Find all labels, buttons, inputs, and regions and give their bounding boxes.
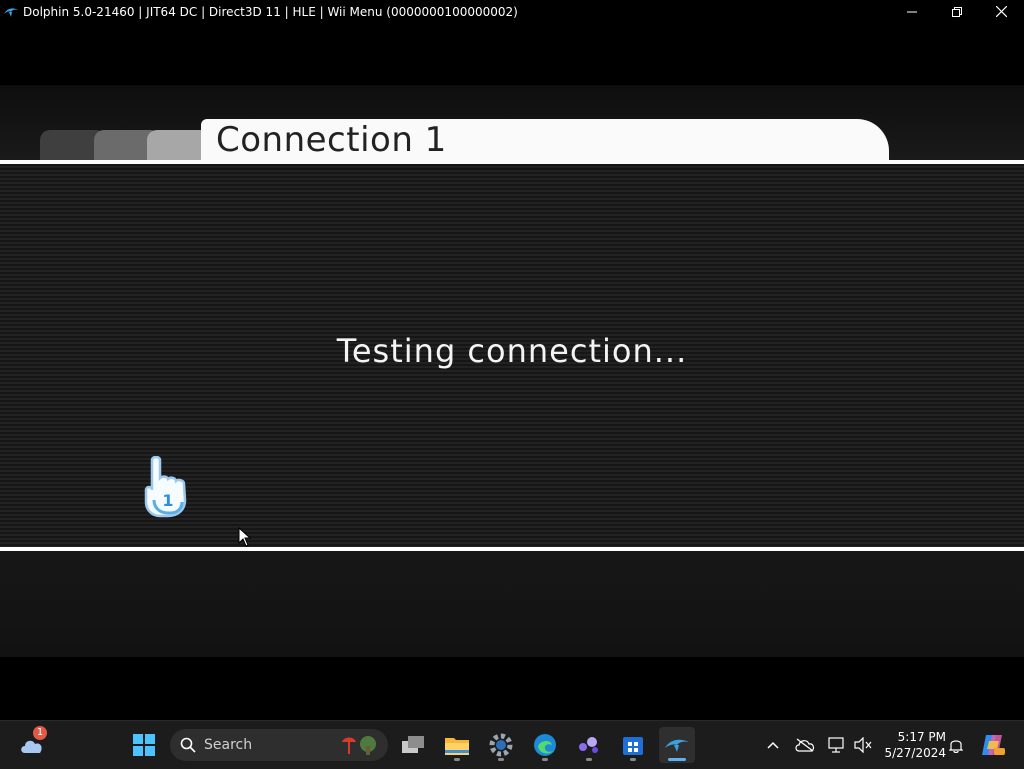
minimize-button[interactable] <box>889 0 934 23</box>
taskbar-search[interactable]: Search <box>170 729 388 761</box>
taskbar-edge[interactable] <box>527 727 563 763</box>
network-tray[interactable] <box>826 731 848 759</box>
start-button[interactable] <box>126 727 162 763</box>
clock-time: 5:17 PM <box>897 730 946 744</box>
bell-icon <box>949 740 963 753</box>
restore-button[interactable] <box>934 0 979 23</box>
active-connection-tab: Connection 1 <box>201 119 889 162</box>
weather-badge: 1 <box>33 726 47 740</box>
file-explorer-icon <box>445 738 469 755</box>
running-indicator <box>542 758 548 761</box>
running-indicator <box>454 758 460 761</box>
search-label: Search <box>204 737 253 753</box>
edge-icon <box>534 734 556 756</box>
taskbar-dolphin[interactable] <box>659 727 695 763</box>
active-indicator <box>668 758 686 761</box>
copilot-icon <box>982 735 1005 755</box>
close-button[interactable] <box>979 0 1024 23</box>
bottom-band <box>0 551 1024 657</box>
taskbar: 1 Search 5:17 PM 5/27/2024 <box>0 720 1024 769</box>
wii-pointer-hand-icon: 1 <box>144 456 187 518</box>
store-icon <box>623 737 643 755</box>
status-message: Testing connection... <box>336 332 688 370</box>
tab-title: Connection 1 <box>216 120 447 160</box>
show-hidden-icons-button[interactable] <box>764 731 782 759</box>
windows-start-icon <box>133 734 155 756</box>
taskbar-file-explorer[interactable] <box>439 727 475 763</box>
window-title: Dolphin 5.0-21460 | JIT64 DC | Direct3D … <box>23 4 518 19</box>
running-indicator <box>586 758 592 761</box>
task-view-icon <box>402 736 424 753</box>
window-titlebar[interactable]: Dolphin 5.0-21460 | JIT64 DC | Direct3D … <box>0 0 1024 23</box>
taskbar-app[interactable] <box>571 727 607 763</box>
settings-icon <box>489 733 513 757</box>
onedrive-tray[interactable] <box>794 731 816 759</box>
dolphin-icon <box>665 739 689 752</box>
search-icon <box>180 737 196 753</box>
close-icon <box>996 6 1007 17</box>
app-icon <box>579 737 598 753</box>
weather-widget[interactable]: 1 <box>14 726 50 763</box>
game-viewport[interactable]: Connection 1 Testing connection... 1 <box>0 23 1024 720</box>
running-indicator <box>630 758 636 761</box>
minimize-icon <box>906 11 917 12</box>
pointer-player-number: 1 <box>162 491 173 510</box>
taskbar-settings[interactable] <box>483 727 519 763</box>
copilot-button[interactable] <box>978 731 1008 759</box>
clock-date: 5/27/2024 <box>884 746 946 760</box>
notifications-button[interactable] <box>946 731 966 759</box>
volume-tray[interactable] <box>852 731 874 759</box>
dolphin-icon <box>3 4 19 20</box>
chevron-up-icon <box>767 741 779 749</box>
taskbar-task-view[interactable] <box>395 727 431 763</box>
mouse-cursor-icon <box>238 527 252 547</box>
restore-icon <box>951 6 962 17</box>
taskbar-clock[interactable]: 5:17 PM 5/27/2024 <box>880 729 946 761</box>
search-highlight-icon <box>342 736 376 755</box>
onedrive-offline-icon <box>795 738 815 752</box>
volume-muted-icon <box>854 737 872 753</box>
running-indicator <box>498 758 504 761</box>
network-icon <box>828 737 844 753</box>
taskbar-store[interactable] <box>615 727 651 763</box>
